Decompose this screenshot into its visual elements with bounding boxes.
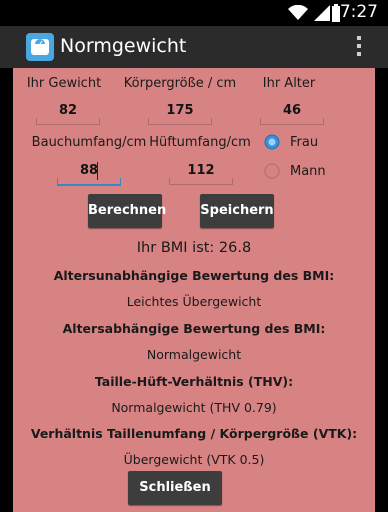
radio-frau[interactable]: Frau <box>264 134 318 150</box>
text-cursor <box>97 162 98 180</box>
whr-value: Normalgewicht (THV 0.79) <box>111 400 277 415</box>
waist-input[interactable]: 88 <box>57 160 121 186</box>
app-title: Normgewicht <box>60 35 187 57</box>
content-panel: Ihr Gewicht Körpergröße / cm Ihr Alter 8… <box>13 68 375 512</box>
wifi-icon <box>288 5 308 20</box>
height-input[interactable]: 175 <box>148 100 212 125</box>
age-dependent-heading: Altersabhängige Bewertung des BMI: <box>62 321 326 336</box>
close-button[interactable]: Schließen <box>128 471 222 505</box>
clock: 7:27 <box>339 2 378 22</box>
age-input[interactable]: 46 <box>260 100 324 125</box>
weight-label: Ihr Gewicht <box>26 76 102 91</box>
radio-mann-label: Mann <box>290 163 326 179</box>
bmi-result: Ihr BMI ist: 26.8 <box>136 240 252 256</box>
whr-heading: Taille-Hüft-Verhältnis (THV): <box>94 374 294 389</box>
radio-checked-icon <box>264 134 280 150</box>
battery-icon <box>332 4 340 22</box>
radio-frau-label: Frau <box>290 134 319 150</box>
whtr-value: Übergewicht (VTK 0.5) <box>123 452 265 467</box>
scale-icon[interactable] <box>26 33 54 61</box>
weight-input[interactable]: 82 <box>36 100 100 125</box>
status-bar: 7:27 <box>0 0 388 26</box>
overflow-menu-icon[interactable] <box>356 36 362 56</box>
age-independent-value: Leichtes Übergewicht <box>126 294 262 309</box>
save-button[interactable]: Speichern <box>200 194 274 228</box>
radio-unchecked-icon <box>264 163 280 179</box>
signal-icon <box>314 5 330 21</box>
waist-label: Bauchumfang/cm <box>31 135 147 150</box>
age-label: Ihr Alter <box>262 76 316 91</box>
calculate-button[interactable]: Berechnen <box>88 194 166 228</box>
whtr-heading: Verhältnis Taillenumfang / Körpergröße (… <box>30 426 358 441</box>
hip-input[interactable]: 112 <box>169 160 233 185</box>
action-bar: Normgewicht <box>0 26 388 68</box>
radio-mann[interactable]: Mann <box>264 163 326 179</box>
hip-label: Hüftumfang/cm <box>149 135 251 150</box>
age-independent-heading: Altersunabhängige Bewertung des BMI: <box>53 268 335 283</box>
height-label: Körpergröße / cm <box>123 76 237 91</box>
age-dependent-value: Normalgewicht <box>146 347 242 362</box>
